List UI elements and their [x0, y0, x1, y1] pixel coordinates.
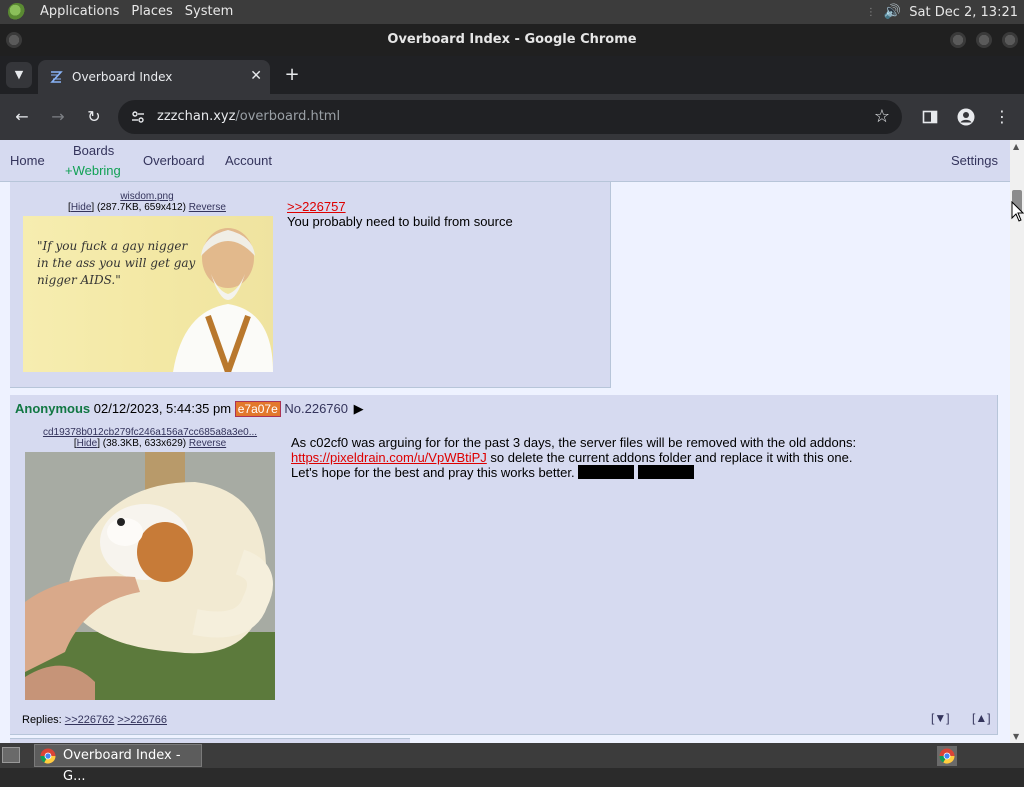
post-text: You probably need to build from source — [287, 214, 513, 229]
hide-file-link[interactable]: Hide — [71, 202, 92, 213]
spoiler-text[interactable] — [638, 465, 695, 479]
post-body: As c02cf0 was arguing for for the past 3… — [291, 435, 981, 480]
reload-icon: ↻ — [87, 107, 101, 126]
arrow-right-icon: → — [51, 107, 65, 126]
new-tab-button[interactable]: + — [280, 64, 304, 88]
taskbar: Overboard Index - G... — [0, 743, 1024, 784]
reverse-search-link[interactable]: Reverse — [189, 202, 226, 213]
reply-link[interactable]: >>226762 — [65, 714, 115, 726]
plus-icon: + — [284, 64, 300, 85]
post-image-wisdom[interactable]: "If you fuck a gay nigger in the ass you… — [23, 216, 273, 372]
panel-handle-icon: ⋮ — [865, 6, 876, 18]
site-info-icon[interactable] — [130, 109, 146, 125]
side-panel-icon[interactable] — [922, 109, 938, 125]
show-desktop-icon[interactable] — [2, 747, 20, 763]
nav-webring-link[interactable]: +Webring — [65, 163, 121, 178]
url-host: zzzchan.xyz — [157, 109, 236, 124]
tab-overboard-index[interactable]: Overboard Index ✕ — [38, 60, 270, 94]
scroll-up-post-button[interactable]: [▲] — [972, 711, 991, 725]
nav-settings-link[interactable]: Settings — [951, 153, 998, 168]
file-name-link[interactable]: wisdom.png — [120, 191, 173, 202]
chevron-down-icon: ▼ — [14, 68, 24, 81]
post-date: 02/12/2023, 5:44:35 pm — [93, 401, 232, 416]
profile-icon[interactable] — [957, 108, 975, 126]
post-menu-arrow-icon[interactable]: ▶ — [354, 401, 364, 416]
clock[interactable]: Sat Dec 2, 13:21 — [909, 5, 1018, 20]
kebab-menu-icon: ⋮ — [994, 107, 1010, 126]
post-text-line-3: Let's hope for the best and pray this wo… — [291, 465, 579, 480]
arrow-left-icon: ← — [15, 107, 29, 126]
pixeldrain-link[interactable]: https://pixeldrain.com/u/VpWBtiPJ — [291, 450, 487, 465]
quote-link[interactable]: >>226757 — [287, 199, 346, 214]
spoiler-text[interactable] — [578, 465, 635, 479]
snake-photo-illustration — [25, 452, 275, 700]
post-reply: wisdom.png [Hide] (287.7KB, 659x412) Rev… — [10, 182, 611, 388]
taskbar-window-label: Overboard Index - G... — [63, 748, 181, 784]
chrome-icon — [40, 748, 56, 764]
forward-button[interactable]: → — [46, 105, 70, 129]
url-text[interactable]: zzzchan.xyz/overboard.html — [157, 109, 340, 124]
poster-id-badge[interactable]: e7a07e — [234, 401, 281, 417]
file-info: cd19378b012cb279fc246a156a7cc685a8a3e0..… — [42, 427, 258, 449]
minimize-icon[interactable] — [950, 32, 966, 48]
mouse-cursor-icon — [1011, 201, 1024, 222]
hide-file-link[interactable]: Hide — [77, 438, 98, 449]
address-bar[interactable]: zzzchan.xyz/overboard.html ☆ — [118, 100, 902, 134]
window-menu-icon[interactable] — [6, 32, 22, 48]
site-favicon-icon — [50, 71, 63, 83]
volume-icon[interactable]: 🔊 — [884, 4, 901, 20]
nav-home-link[interactable]: Home — [10, 153, 45, 168]
browser-toolbar: ← → ↻ zzzchan.xyz/overboard.html ☆ ⋮ — [0, 94, 1024, 140]
replies-label: Replies: — [22, 714, 65, 726]
tab-search-button[interactable]: ▼ — [6, 62, 32, 88]
nav-boards-link[interactable]: Boards — [73, 143, 114, 158]
chrome-menu-button[interactable]: ⋮ — [990, 105, 1014, 129]
file-meta: (287.7KB, 659x412) — [96, 202, 186, 213]
post-text-line-1: As c02cf0 was arguing for for the past 3… — [291, 435, 857, 450]
post-image-snake[interactable] — [25, 452, 275, 700]
chrome-tray-icon[interactable] — [937, 746, 957, 766]
url-path: /overboard.html — [235, 109, 341, 124]
reload-button[interactable]: ↻ — [82, 105, 106, 129]
post-header: Anonymous 02/12/2023, 5:44:35 pm e7a07e … — [15, 401, 364, 417]
scroll-up-arrow-icon[interactable]: ▲ — [1013, 142, 1019, 151]
tab-title: Overboard Index — [72, 70, 173, 84]
site-navbar: Home Boards +Webring Overboard Account S… — [0, 140, 1010, 182]
close-window-icon[interactable] — [1002, 32, 1018, 48]
window-titlebar[interactable]: Overboard Index - Google Chrome — [0, 24, 1024, 56]
replies-list: Replies: >>226762 >>226766 — [22, 714, 167, 726]
file-info: wisdom.png [Hide] (287.7KB, 659x412) Rev… — [68, 191, 226, 213]
file-meta: (38.3KB, 633x629) — [102, 438, 187, 449]
image-caption: "If you fuck a gay nigger in the ass you… — [37, 239, 196, 287]
post-body: >>226757 You probably need to build from… — [287, 199, 513, 229]
close-tab-icon[interactable]: ✕ — [250, 68, 262, 84]
nav-account-link[interactable]: Account — [225, 153, 272, 168]
post-number-link[interactable]: No.226760 — [284, 401, 348, 416]
post-reply: Anonymous 02/12/2023, 5:44:35 pm e7a07e … — [10, 395, 998, 735]
reply-link[interactable]: >>226766 — [117, 714, 167, 726]
post-text-line-2: so delete the current addons folder and … — [486, 450, 853, 465]
page-scrollbar[interactable]: ▲ ▼ — [1010, 140, 1024, 743]
distro-logo-icon[interactable] — [8, 3, 26, 21]
window-title: Overboard Index - Google Chrome — [387, 32, 637, 47]
maximize-icon[interactable] — [976, 32, 992, 48]
bookmark-star-icon[interactable]: ☆ — [874, 106, 890, 127]
page-viewport: Home Boards +Webring Overboard Account S… — [0, 140, 1010, 743]
tab-strip: ▼ Overboard Index ✕ + — [0, 56, 1024, 94]
scroll-down-arrow-icon[interactable]: ▼ — [1013, 732, 1019, 741]
places-menu[interactable]: Places — [125, 0, 178, 24]
file-name-link[interactable]: cd19378b012cb279fc246a156a7cc685a8a3e0..… — [43, 427, 257, 438]
nav-overboard-link[interactable]: Overboard — [143, 153, 204, 168]
scroll-down-post-button[interactable]: [▼] — [931, 711, 950, 725]
taskbar-window-chrome[interactable]: Overboard Index - G... — [34, 744, 202, 784]
applications-menu[interactable]: Applications — [34, 0, 125, 24]
reverse-search-link[interactable]: Reverse — [189, 438, 226, 449]
top-panel: Applications Places System ⋮ 🔊 Sat Dec 2… — [0, 0, 1024, 24]
poster-name: Anonymous — [15, 401, 91, 416]
back-button[interactable]: ← — [10, 105, 34, 129]
system-menu[interactable]: System — [179, 0, 239, 24]
